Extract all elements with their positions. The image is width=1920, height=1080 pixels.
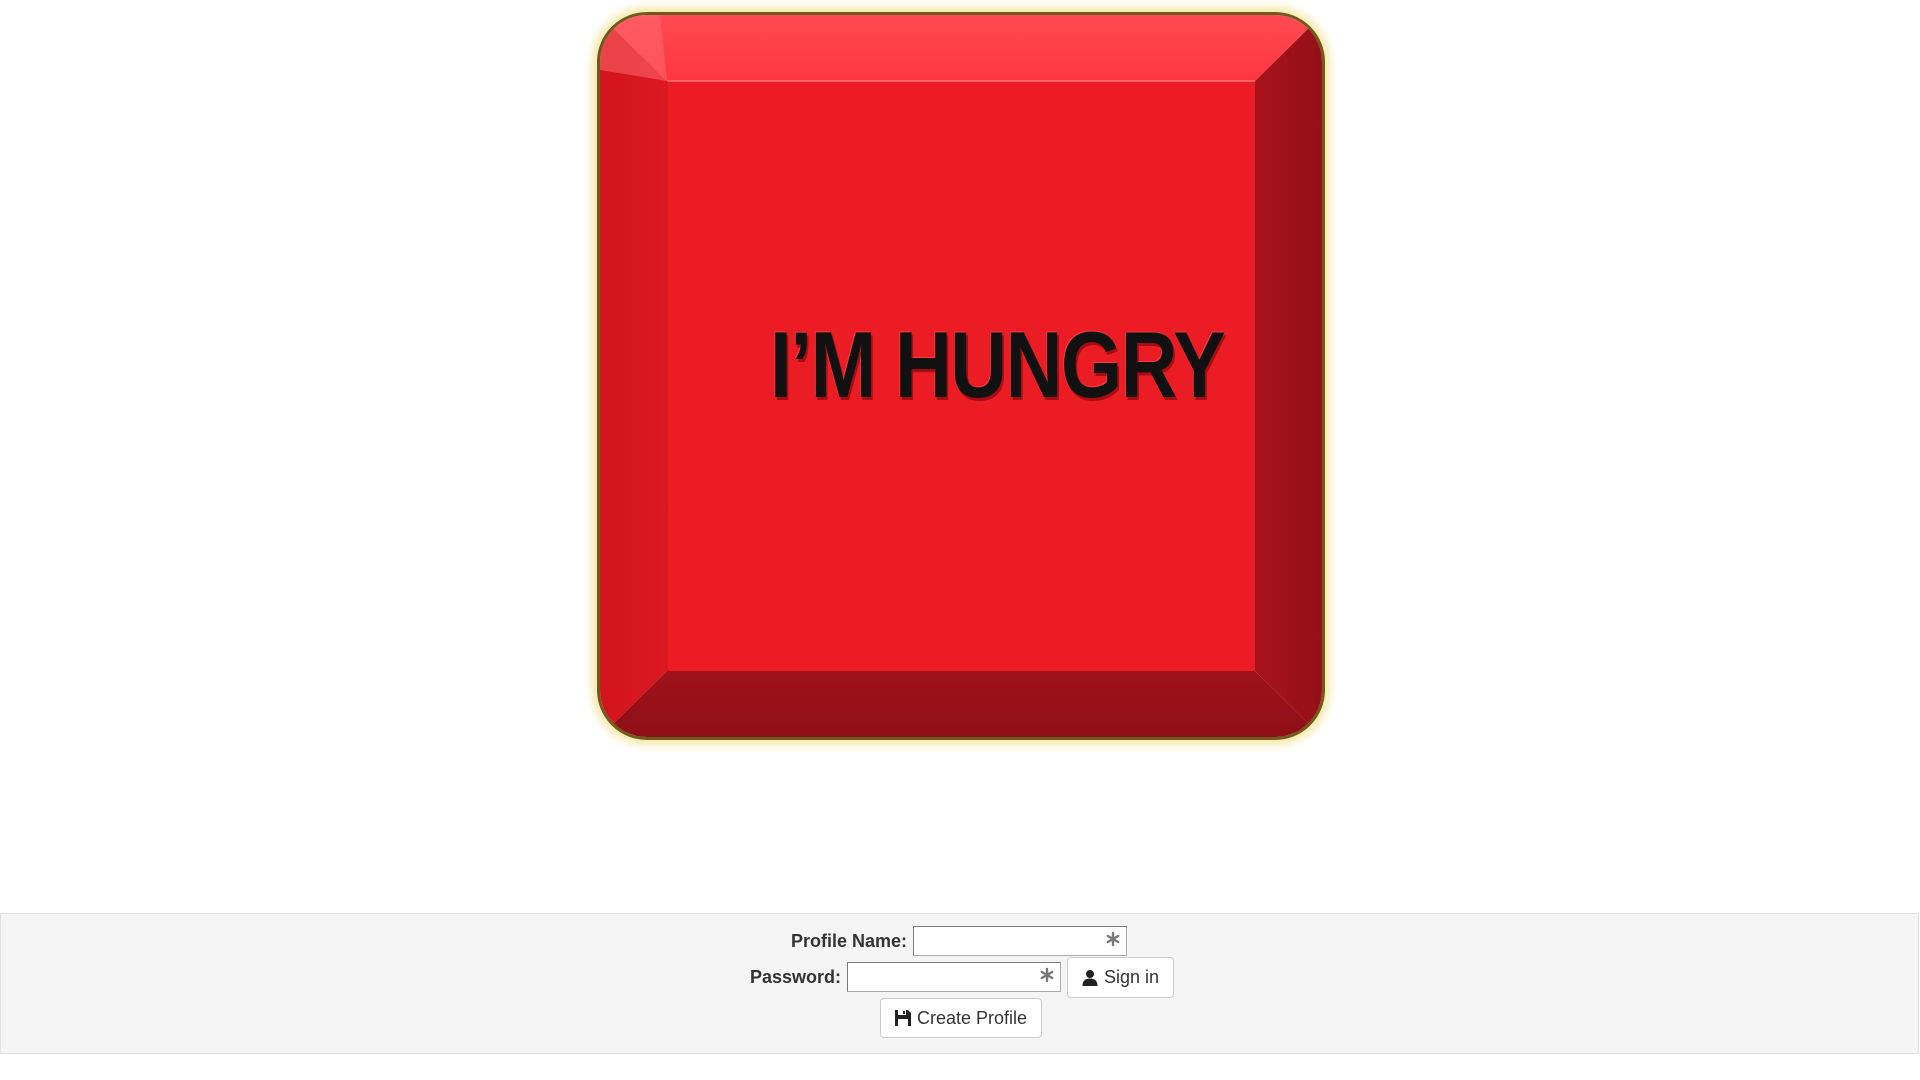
password-row: Password: Sign in [750, 956, 1175, 998]
profile-name-input-wrap [913, 926, 1128, 956]
hungry-button-bevel-graphic [600, 15, 1322, 737]
password-input-wrap [847, 962, 1062, 992]
login-panel: Profile Name: Password: Sign in Create P… [0, 913, 1919, 1054]
create-profile-row: Create Profile [880, 998, 1043, 1038]
floppy-disk-icon [895, 1010, 911, 1026]
password-input[interactable] [847, 962, 1062, 992]
create-profile-button[interactable]: Create Profile [880, 998, 1043, 1038]
hungry-button[interactable]: I’M HUNGRY [597, 12, 1325, 740]
user-icon [1082, 969, 1098, 986]
profile-name-label: Profile Name: [791, 930, 908, 951]
sign-in-label: Sign in [1104, 966, 1160, 987]
profile-name-input[interactable] [913, 926, 1128, 956]
password-label: Password: [750, 966, 842, 987]
sign-in-button[interactable]: Sign in [1067, 956, 1175, 998]
hungry-button-glow: I’M HUNGRY [597, 12, 1325, 740]
profile-name-row: Profile Name: [791, 924, 1128, 958]
create-profile-label: Create Profile [917, 1007, 1028, 1028]
